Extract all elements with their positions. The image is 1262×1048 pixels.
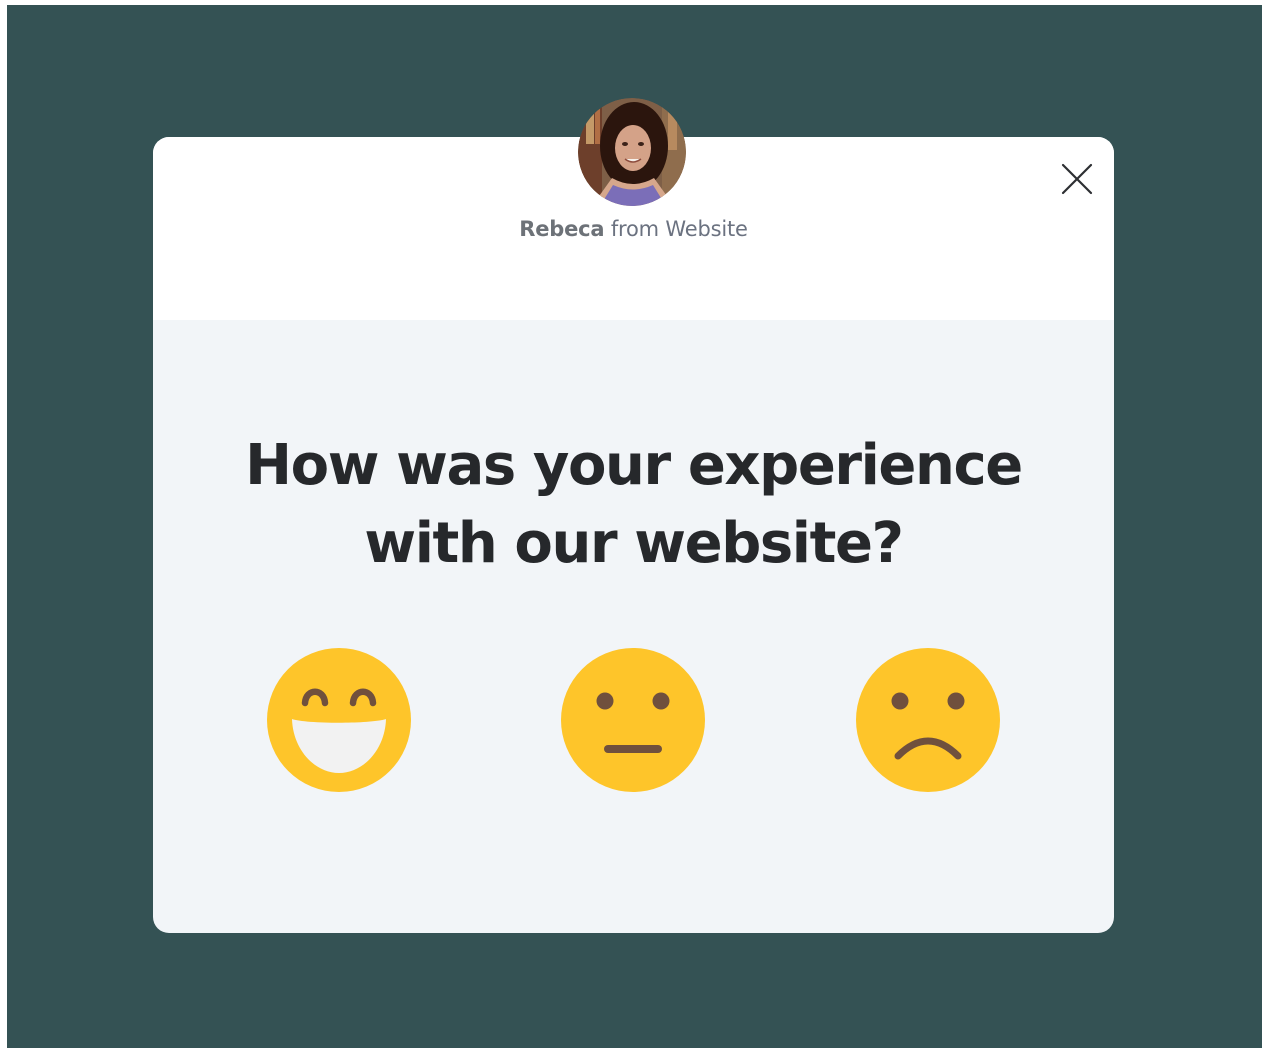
sender-line: Rebeca from Website [153, 217, 1114, 241]
feedback-card: Rebeca from Website How was your experie… [153, 137, 1114, 933]
avatar-photo [578, 98, 686, 206]
rating-option-neutral[interactable] [560, 647, 706, 793]
sender-name: Rebeca [519, 217, 605, 241]
frowning-face-icon [856, 648, 1000, 792]
close-button[interactable] [1060, 162, 1094, 196]
rating-option-sad[interactable] [855, 647, 1001, 793]
close-icon [1061, 163, 1093, 195]
survey-question-line-2: with our website? [364, 511, 904, 576]
sender-source: from Website [604, 217, 748, 241]
rating-option-happy[interactable] [266, 647, 412, 793]
neutral-face-icon [561, 648, 705, 792]
grinning-face-icon [267, 648, 411, 792]
survey-question-line-1: How was your experience [245, 433, 1023, 498]
survey-question: How was your experience with our website… [153, 427, 1114, 583]
avatar [578, 98, 686, 206]
